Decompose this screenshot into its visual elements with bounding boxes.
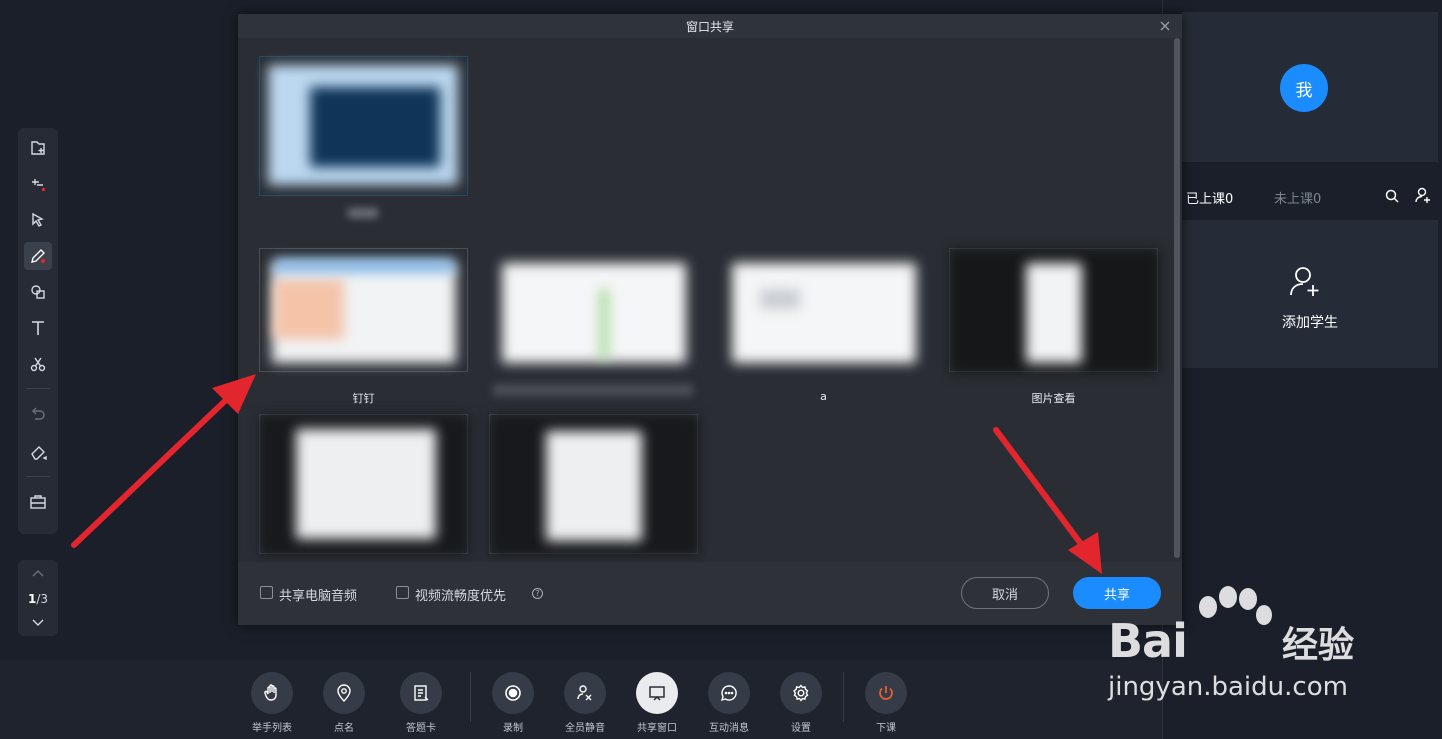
settings-icon bbox=[793, 684, 809, 702]
scrollbar[interactable] bbox=[1174, 38, 1180, 558]
window-thumbnail[interactable] bbox=[949, 248, 1159, 373]
page-navigator: 1/3 bbox=[18, 560, 58, 636]
pen-icon[interactable] bbox=[24, 242, 52, 270]
mute-all-icon bbox=[577, 685, 592, 701]
power-icon bbox=[879, 686, 893, 700]
add-student-card[interactable]: 添加学生 bbox=[1182, 220, 1438, 368]
page-indicator: 1/3 bbox=[27, 592, 49, 606]
add-user-icon[interactable] bbox=[1414, 186, 1432, 204]
add-student-label: 添加学生 bbox=[1282, 315, 1338, 331]
answer-card-button[interactable]: 答题卡 bbox=[391, 672, 451, 734]
window-thumbnail[interactable] bbox=[719, 248, 928, 372]
share-window-button[interactable]: 共享窗口 bbox=[627, 672, 687, 734]
share-window-icon bbox=[649, 686, 665, 701]
end-class-button[interactable]: 下课 bbox=[856, 672, 916, 734]
roll-call-button[interactable]: 点名 bbox=[314, 672, 374, 734]
chevron-down-icon[interactable] bbox=[30, 616, 46, 628]
interactive-messages-label: 互动消息 bbox=[709, 723, 749, 734]
hand-raise-list-button[interactable]: 举手列表 bbox=[242, 672, 302, 734]
roll-call-label: 点名 bbox=[334, 723, 354, 734]
laser-pointer-icon[interactable] bbox=[24, 170, 52, 198]
window-caption: 钉钉 bbox=[352, 392, 375, 405]
window-thumbnail[interactable] bbox=[489, 414, 699, 555]
video-priority-label: 视频流畅度优先 bbox=[415, 589, 507, 604]
video-priority-checkbox[interactable] bbox=[396, 586, 409, 599]
tab-absent[interactable]: 未上课0 bbox=[1274, 188, 1321, 207]
watermark-brand-cn: 经验 bbox=[1282, 625, 1355, 666]
window-thumbnail[interactable] bbox=[489, 248, 698, 372]
student-tabs: 已上课0 未上课0 bbox=[1182, 176, 1438, 216]
arrow-to-dingtalk bbox=[71, 374, 256, 548]
dialog-title: 窗口共享 bbox=[685, 20, 734, 34]
window-thumbnail[interactable] bbox=[259, 414, 469, 555]
tab-attended[interactable]: 已上课0 bbox=[1186, 188, 1233, 207]
drawing-toolbar bbox=[18, 128, 58, 534]
answer-card-label: 答题卡 bbox=[406, 723, 436, 734]
cancel-button[interactable]: 取消 bbox=[961, 577, 1049, 609]
screen-thumbnail[interactable] bbox=[259, 56, 468, 196]
dialog-footer: 共享电脑音频 视频流畅度优先 ? 取消 共享 bbox=[238, 562, 1182, 625]
hand-icon bbox=[264, 684, 277, 701]
window-caption: 图片查看 bbox=[1031, 392, 1076, 405]
import-file-icon[interactable] bbox=[24, 134, 52, 162]
window-share-dialog: 窗口共享 钉钉 a 图片查看 共享电脑音频 视频流畅度优先 ? 取消 共享 bbox=[238, 14, 1182, 625]
end-class-label: 下课 bbox=[876, 723, 896, 734]
undo-icon[interactable] bbox=[24, 400, 52, 428]
text-icon[interactable] bbox=[24, 314, 52, 342]
scissors-icon[interactable] bbox=[24, 350, 52, 378]
mute-all-label: 全员静音 bbox=[565, 723, 605, 734]
window-thumbnail[interactable] bbox=[259, 248, 468, 372]
chevron-up-icon[interactable] bbox=[30, 568, 46, 580]
answer-card-icon bbox=[414, 685, 429, 701]
settings-button[interactable]: 设置 bbox=[771, 672, 831, 734]
mute-all-button[interactable]: 全员静音 bbox=[555, 672, 615, 734]
window-caption: a bbox=[820, 390, 827, 403]
share-window-label: 共享窗口 bbox=[637, 723, 677, 734]
window-grid: 钉钉 a 图片查看 bbox=[238, 38, 1182, 562]
close-icon[interactable] bbox=[1158, 19, 1172, 33]
search-icon[interactable] bbox=[1384, 188, 1400, 204]
settings-label: 设置 bbox=[791, 723, 811, 734]
share-audio-checkbox[interactable] bbox=[260, 586, 273, 599]
select-cursor-icon[interactable] bbox=[24, 206, 52, 234]
interactive-messages-button[interactable]: 互动消息 bbox=[699, 672, 759, 734]
record-button[interactable]: 录制 bbox=[483, 672, 543, 734]
record-label: 录制 bbox=[503, 723, 523, 734]
watermark-brand: Bai bbox=[1108, 614, 1188, 668]
classroom-controls: 举手列表 点名 答题卡 录制 全员静音 共享窗口 互动消息 设置 下课 bbox=[0, 660, 1162, 739]
record-icon bbox=[505, 685, 521, 701]
watermark-url: jingyan.baidu.com bbox=[1108, 672, 1348, 702]
avatar: 我 bbox=[1280, 64, 1328, 112]
add-user-icon bbox=[1290, 267, 1319, 296]
teacher-video-tile: 我 bbox=[1182, 12, 1438, 162]
shapes-icon[interactable] bbox=[24, 278, 52, 306]
location-icon bbox=[337, 684, 351, 702]
dialog-header: 窗口共享 bbox=[238, 14, 1182, 38]
eraser-icon[interactable] bbox=[24, 438, 52, 466]
hand-raise-list-label: 举手列表 bbox=[252, 723, 292, 734]
chat-icon bbox=[720, 685, 737, 702]
help-icon[interactable]: ? bbox=[532, 588, 543, 599]
toolbox-icon[interactable] bbox=[24, 488, 52, 516]
share-audio-label: 共享电脑音频 bbox=[279, 589, 358, 604]
